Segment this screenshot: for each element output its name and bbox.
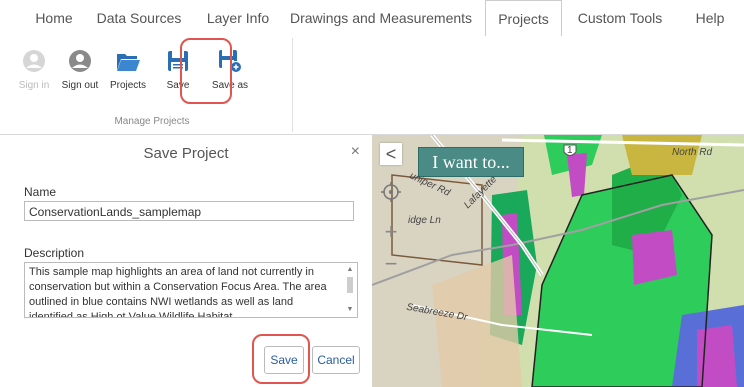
panel-title: Save Project	[143, 145, 229, 162]
group-label: Manage Projects	[114, 116, 190, 127]
tab-help[interactable]: Help	[688, 0, 732, 36]
tab-home[interactable]: Home	[26, 0, 82, 36]
zoom-in-button[interactable]: +	[380, 221, 402, 243]
description-field[interactable]: This sample map highlights an area of la…	[24, 262, 358, 318]
tab-drawings-and-measurements[interactable]: Drawings and Measurements	[288, 0, 474, 36]
crosshair-icon	[381, 182, 401, 202]
scroll-down-icon[interactable]: ▼	[345, 305, 355, 315]
name-field[interactable]: ConservationLands_samplemap	[24, 201, 354, 221]
description-label: Description	[24, 246, 85, 260]
ribbon: Sign in Sign out Projects Save Save as M…	[0, 36, 744, 134]
tab-data-sources[interactable]: Data Sources	[90, 0, 188, 36]
scroll-thumb[interactable]	[347, 277, 353, 293]
tab-custom-tools[interactable]: Custom Tools	[570, 0, 670, 36]
user-icon	[23, 50, 45, 72]
tab-projects[interactable]: Projects	[485, 0, 562, 38]
projects-label: Projects	[109, 80, 147, 91]
description-scrollbar[interactable]: ▲ ▼	[345, 265, 355, 315]
sign-in-button[interactable]: Sign in	[12, 42, 56, 100]
save-project-panel: Save Project × Name ConservationLands_sa…	[0, 135, 372, 387]
save-button-highlight	[180, 38, 232, 104]
i-want-to-button[interactable]: I want to...	[418, 147, 524, 177]
map-label-north-rd: North Rd	[672, 147, 713, 158]
description-text: This sample map highlights an area of la…	[29, 266, 327, 318]
manage-projects-group: Sign in Sign out Projects Save Save as M…	[12, 38, 293, 132]
folder-open-icon	[117, 54, 140, 71]
projects-button[interactable]: Projects	[106, 42, 150, 100]
route-shield-number: 1	[567, 145, 573, 156]
tab-layer-info[interactable]: Layer Info	[196, 0, 280, 36]
collapse-panel-button[interactable]: <	[380, 143, 402, 165]
sign-in-label: Sign in	[18, 80, 50, 91]
user-icon	[69, 50, 91, 72]
sign-out-label: Sign out	[61, 80, 99, 91]
close-icon[interactable]: ×	[351, 143, 360, 161]
scroll-up-icon[interactable]: ▲	[345, 265, 355, 275]
sign-out-button[interactable]: Sign out	[58, 42, 102, 100]
tab-bar: Home Data Sources Layer Info Drawings an…	[0, 0, 744, 38]
cancel-button[interactable]: Cancel	[312, 346, 360, 374]
locate-button[interactable]	[380, 181, 402, 203]
map-view[interactable]: < I want to... 1 North Rd Lafayette unip…	[372, 135, 744, 387]
save-project-highlight	[252, 334, 310, 384]
name-label: Name	[24, 185, 57, 199]
zoom-out-button[interactable]: −	[380, 253, 402, 275]
map-label-ridge-ln: idge Ln	[408, 215, 441, 226]
